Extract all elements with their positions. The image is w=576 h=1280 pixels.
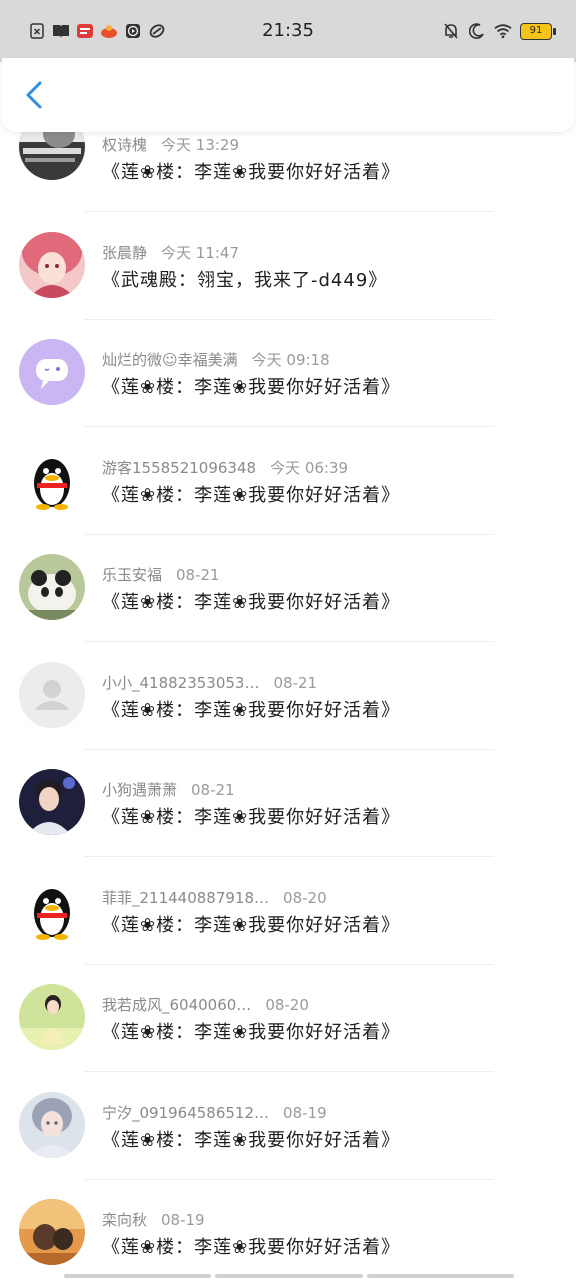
chevron-left-icon — [26, 81, 42, 109]
play-box-icon — [124, 22, 142, 40]
comment-time: 08-21 — [191, 781, 235, 799]
avatar[interactable] — [19, 554, 85, 620]
status-bar: 91 21:35 — [0, 0, 576, 62]
comment-time: 今天 11:47 — [161, 243, 240, 262]
comment-time: 今天 06:39 — [270, 458, 349, 477]
comment-author[interactable]: 菲菲_211440887918… — [102, 889, 269, 907]
comment-time: 今天 13:29 — [161, 136, 240, 154]
comment-text[interactable]: 《莲❀楼：李莲❀我要你好好活着》 — [102, 803, 400, 829]
divider — [84, 748, 494, 750]
comment-text[interactable]: 《武魂殿：翎宝，我来了-d449》 — [102, 266, 387, 292]
comment-author[interactable]: 张晨静 — [102, 244, 147, 262]
divider — [84, 641, 494, 642]
news-app-icon — [76, 22, 94, 40]
comment-list: 权诗槐 今天 13:29 《莲❀楼：李莲❀我要你好好活着》 张晨静 今天 11:47… — [0, 114, 576, 1280]
comment-author[interactable]: 游客1558521096348 — [102, 459, 256, 477]
mute-bell-icon — [442, 22, 460, 40]
divider — [84, 856, 494, 857]
comment-time: 08-20 — [283, 888, 327, 907]
back-button[interactable] — [20, 80, 50, 110]
comment-author[interactable]: 我若成风_6040060… — [102, 996, 251, 1014]
comment-text[interactable]: 《莲❀楼：李莲❀我要你好好活着》 — [102, 696, 400, 722]
close-box-icon — [28, 22, 46, 40]
comment-text[interactable]: 《莲❀楼：李莲❀我要你好好活着》 — [102, 911, 400, 937]
comment-author[interactable]: 灿烂的微☺幸福美满 — [102, 351, 238, 369]
avatar[interactable] — [19, 661, 85, 728]
list-item[interactable]: 乐玉安福 08-21 《莲❀楼：李莲❀我要你好好活着》 — [0, 546, 576, 654]
avatar[interactable] — [19, 1199, 85, 1265]
comment-text[interactable]: 《莲❀楼：李莲❀我要你好好活着》 — [102, 373, 400, 399]
avatar[interactable] — [19, 231, 85, 298]
divider — [84, 318, 494, 320]
list-item[interactable]: 灿烂的微☺幸福美满 今天 09:18 《莲❀楼：李莲❀我要你好好活着》 — [0, 331, 576, 439]
list-item[interactable]: 宁汐_091964586512… 08-19 《莲❀楼：李莲❀我要你好好活着》 — [0, 1084, 576, 1192]
list-item[interactable]: 张晨静 今天 11:47 《武魂殿：翎宝，我来了-d449》 — [0, 224, 576, 332]
comment-author[interactable]: 栾向秋 — [102, 1211, 147, 1229]
food-app-icon — [100, 22, 118, 40]
comment-text[interactable]: 《莲❀楼：李莲❀我要你好好活着》 — [102, 588, 400, 614]
scroll-indicator — [64, 1274, 514, 1278]
system-icons: 91 — [442, 22, 556, 40]
moon-icon — [468, 22, 486, 40]
comment-text[interactable]: 《莲❀楼：李莲❀我要你好好活着》 — [102, 158, 400, 184]
comment-time: 08-21 — [176, 566, 220, 584]
top-nav-bar — [2, 58, 574, 132]
avatar[interactable] — [19, 446, 85, 513]
divider — [84, 211, 494, 212]
list-item[interactable]: 栾向秋 08-19 《莲❀楼：李莲❀我要你好好活着》 — [0, 1191, 576, 1280]
avatar[interactable] — [19, 876, 85, 943]
list-item[interactable]: 游客1558521096348 今天 06:39 《莲❀楼：李莲❀我要你好好活着》 — [0, 439, 576, 547]
list-item[interactable]: 菲菲_211440887918… 08-20 《莲❀楼：李莲❀我要你好好活着》 — [0, 869, 576, 977]
divider — [84, 426, 494, 427]
wifi-icon — [494, 22, 512, 40]
list-item[interactable]: 我若成风_6040060… 08-20 《莲❀楼：李莲❀我要你好好活着》 — [0, 976, 576, 1084]
comment-text[interactable]: 《莲❀楼：李莲❀我要你好好活着》 — [102, 481, 400, 507]
battery-level: 91 — [529, 24, 543, 36]
list-item[interactable]: 小小_41882353053… 08-21 《莲❀楼：李莲❀我要你好好活着》 — [0, 654, 576, 762]
comment-time: 08-21 — [273, 673, 318, 692]
comment-author[interactable]: 权诗槐 — [102, 136, 147, 154]
divider — [84, 1178, 494, 1180]
comment-text[interactable]: 《莲❀楼：李莲❀我要你好好活着》 — [102, 1233, 400, 1259]
comment-author[interactable]: 乐玉安福 — [102, 566, 162, 584]
avatar[interactable] — [19, 1091, 85, 1158]
divider — [84, 963, 494, 965]
comment-author[interactable]: 宁汐_091964586512… — [102, 1104, 269, 1122]
comment-time: 08-19 — [283, 1103, 327, 1122]
avatar[interactable] — [19, 984, 85, 1050]
avatar[interactable] — [19, 769, 85, 835]
comment-time: 08-19 — [161, 1211, 205, 1229]
avatar[interactable] — [19, 339, 85, 405]
comment-time: 08-20 — [265, 996, 309, 1014]
list-item[interactable]: 权诗槐 今天 13:29 《莲❀楼：李莲❀我要你好好活着》 — [0, 114, 576, 224]
comment-time: 今天 09:18 — [251, 351, 330, 369]
book-icon — [52, 22, 70, 40]
battery-icon: 91 — [520, 22, 556, 40]
divider — [84, 533, 494, 535]
link-icon — [148, 22, 166, 40]
comment-text[interactable]: 《莲❀楼：李莲❀我要你好好活着》 — [102, 1018, 400, 1044]
list-item[interactable]: 小狗遇萧萧 08-21 《莲❀楼：李莲❀我要你好好活着》 — [0, 761, 576, 869]
divider — [84, 1071, 494, 1072]
comment-author[interactable]: 小狗遇萧萧 — [102, 781, 177, 799]
comment-text[interactable]: 《莲❀楼：李莲❀我要你好好活着》 — [102, 1126, 400, 1152]
notification-icons — [28, 22, 228, 40]
comment-author[interactable]: 小小_41882353053… — [102, 674, 259, 692]
